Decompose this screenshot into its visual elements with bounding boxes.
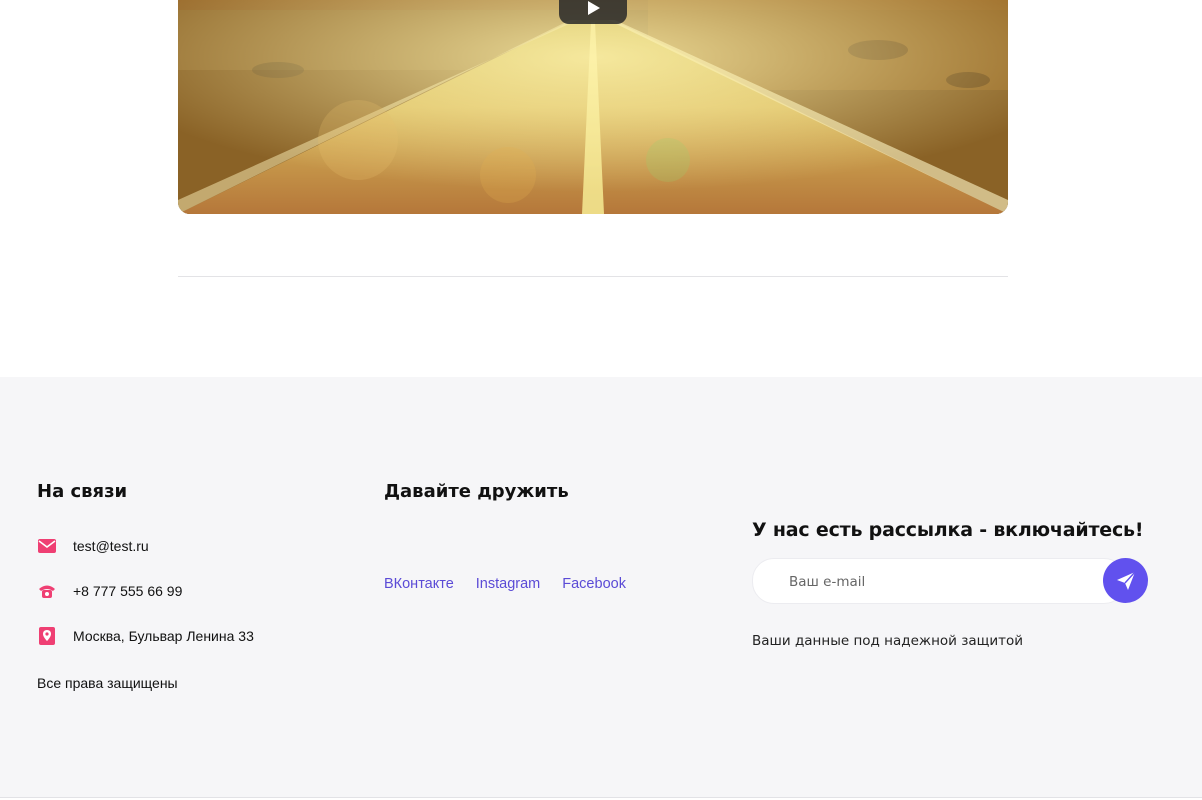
address-text: Москва, Бульвар Ленина 33: [73, 628, 254, 644]
mail-icon: [37, 536, 57, 556]
play-icon: [588, 1, 600, 15]
location-icon: [37, 626, 57, 646]
social-links: ВКонтакте Instagram Facebook: [384, 576, 626, 592]
newsletter-send-button[interactable]: [1103, 558, 1148, 603]
phone-icon: [37, 581, 57, 601]
link-vkontakte[interactable]: ВКонтакте: [384, 576, 454, 592]
newsletter-title: У нас есть рассылка - включайтесь!: [752, 519, 1144, 541]
footer: На связи test@test.ru +8 777 555 66 99 М…: [0, 377, 1202, 797]
copyright-text: Все права защищены: [37, 675, 178, 691]
video-preview[interactable]: [178, 0, 1008, 214]
contact-email[interactable]: test@test.ru: [37, 536, 149, 556]
newsletter-email-input[interactable]: [787, 559, 1091, 605]
newsletter-email-box: [752, 558, 1126, 605]
link-instagram[interactable]: Instagram: [476, 576, 540, 592]
phone-text[interactable]: +8 777 555 66 99: [73, 583, 182, 599]
road-image: [178, 0, 1008, 214]
contact-phone[interactable]: +8 777 555 66 99: [37, 581, 182, 601]
send-icon: [1116, 571, 1136, 590]
contacts-title: На связи: [37, 481, 128, 502]
section-divider: [178, 276, 1008, 277]
privacy-note: Ваши данные под надежной защитой: [752, 633, 1024, 649]
play-button[interactable]: [559, 0, 627, 24]
footer-bottom-border: [0, 797, 1202, 798]
social-title: Давайте дружить: [384, 481, 569, 502]
link-facebook[interactable]: Facebook: [562, 576, 626, 592]
contact-address: Москва, Бульвар Ленина 33: [37, 626, 254, 646]
email-text[interactable]: test@test.ru: [73, 538, 149, 554]
